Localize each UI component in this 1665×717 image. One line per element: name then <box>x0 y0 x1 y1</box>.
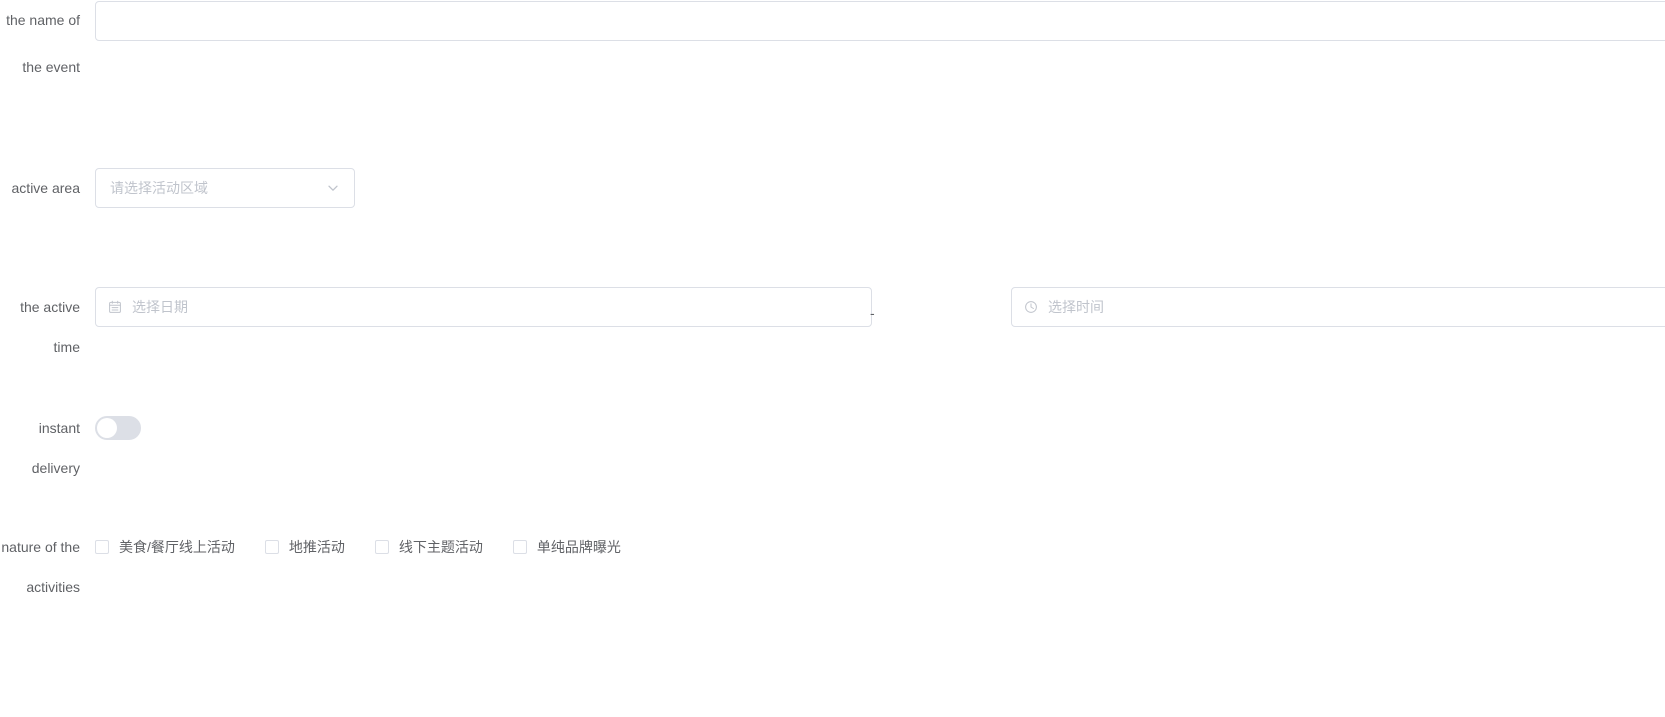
checkbox-box-icon <box>264 540 279 554</box>
activity-form: the name of the event active area 请选择活动区… <box>0 0 1665 717</box>
clock-icon <box>1024 300 1038 314</box>
checkbox-label: 美食/餐厅线上活动 <box>119 538 235 555</box>
switch-knob <box>97 418 117 438</box>
form-label-active-area: active area <box>11 180 80 196</box>
activity-date-picker[interactable]: 选择日期 <box>95 287 872 327</box>
calendar-icon <box>108 300 122 314</box>
checkbox-label: 地推活动 <box>288 538 345 555</box>
activity-time-placeholder: 选择时间 <box>1048 299 1104 315</box>
checkbox-box-icon <box>95 540 109 554</box>
active-area-placeholder: 请选择活动区域 <box>110 180 208 196</box>
activity-date-placeholder: 选择日期 <box>132 299 188 315</box>
checkbox-box-icon <box>512 540 527 554</box>
event-name-input[interactable] <box>95 1 1665 41</box>
checkbox-option-brand-exposure[interactable]: 单纯品牌曝光 <box>512 538 621 557</box>
date-time-range-separator: - <box>870 305 875 321</box>
form-label-activity-nature: nature of the activities <box>1 539 80 595</box>
form-label-instant-delivery: instant delivery <box>31 420 80 476</box>
checkbox-label: 线下主题活动 <box>398 538 483 555</box>
activity-nature-control: 美食/餐厅线上活动 地推活动 线下主题活动 单纯品牌曝光 <box>95 527 621 567</box>
checkbox-label: 单纯品牌曝光 <box>536 538 621 555</box>
checkbox-box-icon <box>374 540 389 554</box>
instant-delivery-switch[interactable] <box>95 416 141 440</box>
activity-nature-checkbox-group: 美食/餐厅线上活动 地推活动 线下主题活动 单纯品牌曝光 <box>95 527 621 567</box>
activity-time-picker[interactable]: 选择时间 <box>1011 287 1665 327</box>
event-name-control <box>95 1 1665 41</box>
instant-delivery-control <box>95 416 141 440</box>
chevron-down-icon <box>326 181 340 195</box>
active-area-control: 请选择活动区域 <box>95 168 355 208</box>
checkbox-option-online-food[interactable]: 美食/餐厅线上活动 <box>95 538 235 557</box>
form-label-event-name: the name of the event <box>6 12 80 75</box>
active-area-select[interactable]: 请选择活动区域 <box>95 168 355 208</box>
form-label-active-time: the active time <box>20 299 80 355</box>
checkbox-option-ground-promotion[interactable]: 地推活动 <box>264 538 345 557</box>
activity-time-control: 选择时间 <box>1011 287 1665 327</box>
active-time-control: 选择日期 <box>95 287 872 327</box>
checkbox-option-offline-theme[interactable]: 线下主题活动 <box>374 538 483 557</box>
